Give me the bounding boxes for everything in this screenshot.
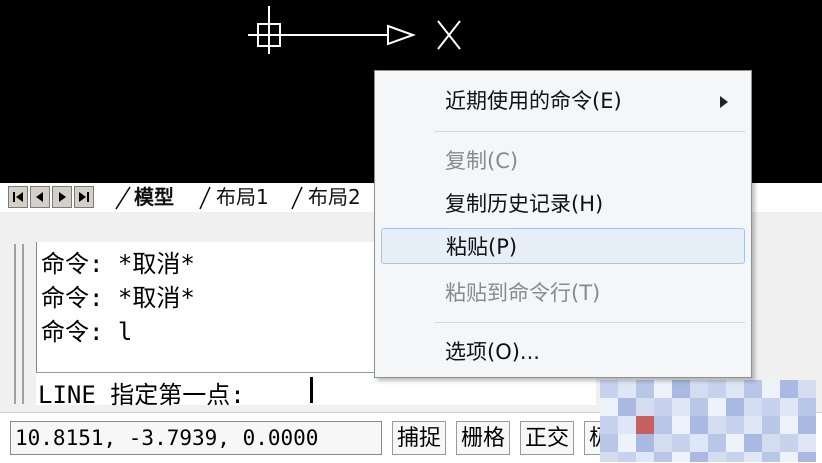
mosaic-cell xyxy=(726,452,744,462)
ortho-toggle[interactable]: 正交 xyxy=(520,421,575,455)
mosaic-cell xyxy=(726,434,744,452)
mosaic-cell xyxy=(744,398,762,416)
history-line: 命令: l xyxy=(41,318,133,346)
submenu-arrow-icon xyxy=(720,96,728,108)
mosaic-cell xyxy=(654,434,672,452)
mosaic-cell xyxy=(690,416,708,434)
history-line: 命令: *取消* xyxy=(41,250,195,278)
menu-item-copy[interactable]: 复制(C) xyxy=(375,143,751,179)
mosaic-cell xyxy=(654,452,672,462)
mosaic-cell xyxy=(618,398,636,416)
mosaic-cell xyxy=(780,434,798,452)
grid-toggle[interactable]: 栅格 xyxy=(456,421,511,455)
mosaic-cell xyxy=(780,452,798,462)
mosaic-cell xyxy=(762,380,780,398)
mosaic-cell xyxy=(636,434,654,452)
mosaic-cell xyxy=(726,416,744,434)
mosaic-cell xyxy=(690,434,708,452)
mosaic-cell xyxy=(798,452,816,462)
mosaic-cell xyxy=(744,452,762,462)
mosaic-cell xyxy=(744,416,762,434)
mosaic-cell xyxy=(798,380,816,398)
mosaic-cell xyxy=(672,452,690,462)
menu-item-options[interactable]: 选项(O)... xyxy=(375,334,751,370)
mosaic-cell xyxy=(762,452,780,462)
text-caret xyxy=(310,377,313,403)
mosaic-cell xyxy=(600,452,618,462)
command-window-grip[interactable] xyxy=(14,244,24,404)
mosaic-cell xyxy=(798,398,816,416)
mosaic-cell xyxy=(600,416,618,434)
mosaic-cell xyxy=(798,416,816,434)
mosaic-cell xyxy=(672,398,690,416)
context-menu: 近期使用的命令(E) 复制(C) 复制历史记录(H) 粘贴(P) 粘贴到命令行(… xyxy=(374,70,752,378)
mosaic-cell xyxy=(672,380,690,398)
mosaic-cell xyxy=(780,380,798,398)
tab-model[interactable]: 模型 xyxy=(126,184,182,210)
ucs-crosshair-icon xyxy=(248,6,461,54)
first-tab-icon[interactable] xyxy=(8,186,28,208)
menu-separator xyxy=(435,322,745,323)
menu-item-label: 近期使用的命令(E) xyxy=(445,89,622,113)
mosaic-cell xyxy=(744,380,762,398)
menu-separator xyxy=(435,131,745,132)
mosaic-cell xyxy=(780,416,798,434)
menu-item-paste[interactable]: 粘贴(P) xyxy=(381,228,745,264)
mosaic-cell xyxy=(762,416,780,434)
mosaic-cell xyxy=(690,398,708,416)
tab-layout1[interactable]: 布局1 xyxy=(208,184,277,210)
next-tab-icon[interactable] xyxy=(52,186,72,208)
mosaic-cell xyxy=(636,398,654,416)
menu-item-recent-commands[interactable]: 近期使用的命令(E) xyxy=(375,83,751,119)
mosaic-cell xyxy=(708,416,726,434)
mosaic-cell xyxy=(690,380,708,398)
last-tab-icon[interactable] xyxy=(74,186,94,208)
mosaic-cell xyxy=(600,434,618,452)
mosaic-cell xyxy=(744,434,762,452)
mosaic-cell xyxy=(762,398,780,416)
mosaic-cell xyxy=(654,380,672,398)
mosaic-cell xyxy=(708,398,726,416)
tab-layout2[interactable]: 布局2 xyxy=(300,184,369,210)
coordinate-readout: 10.8151, -3.7939, 0.0000 xyxy=(10,421,382,455)
pixelated-watermark xyxy=(600,380,822,462)
mosaic-cell xyxy=(654,398,672,416)
mosaic-cell xyxy=(798,434,816,452)
command-prompt: LINE 指定第一点: xyxy=(38,381,245,409)
mosaic-cell xyxy=(636,416,654,434)
snap-toggle[interactable]: 捕捉 xyxy=(392,421,447,455)
history-line: 命令: *取消* xyxy=(41,284,195,312)
mosaic-cell xyxy=(780,398,798,416)
mosaic-cell xyxy=(636,380,654,398)
mosaic-cell xyxy=(708,380,726,398)
mosaic-cell xyxy=(618,452,636,462)
mosaic-cell xyxy=(636,452,654,462)
mosaic-cell xyxy=(762,434,780,452)
mosaic-cell xyxy=(600,398,618,416)
mosaic-cell xyxy=(600,380,618,398)
mosaic-cell xyxy=(690,452,708,462)
mosaic-cell xyxy=(672,416,690,434)
mosaic-cell xyxy=(726,380,744,398)
mosaic-cell xyxy=(654,416,672,434)
prev-tab-icon[interactable] xyxy=(30,186,50,208)
mosaic-cell xyxy=(726,398,744,416)
menu-item-copy-history[interactable]: 复制历史记录(H) xyxy=(375,186,751,222)
mosaic-cell xyxy=(672,434,690,452)
mosaic-cell xyxy=(618,416,636,434)
mosaic-cell xyxy=(708,452,726,462)
mosaic-cell xyxy=(708,434,726,452)
mosaic-cell xyxy=(618,380,636,398)
menu-item-paste-to-cmdline[interactable]: 粘贴到命令行(T) xyxy=(375,275,751,311)
mosaic-cell xyxy=(618,434,636,452)
